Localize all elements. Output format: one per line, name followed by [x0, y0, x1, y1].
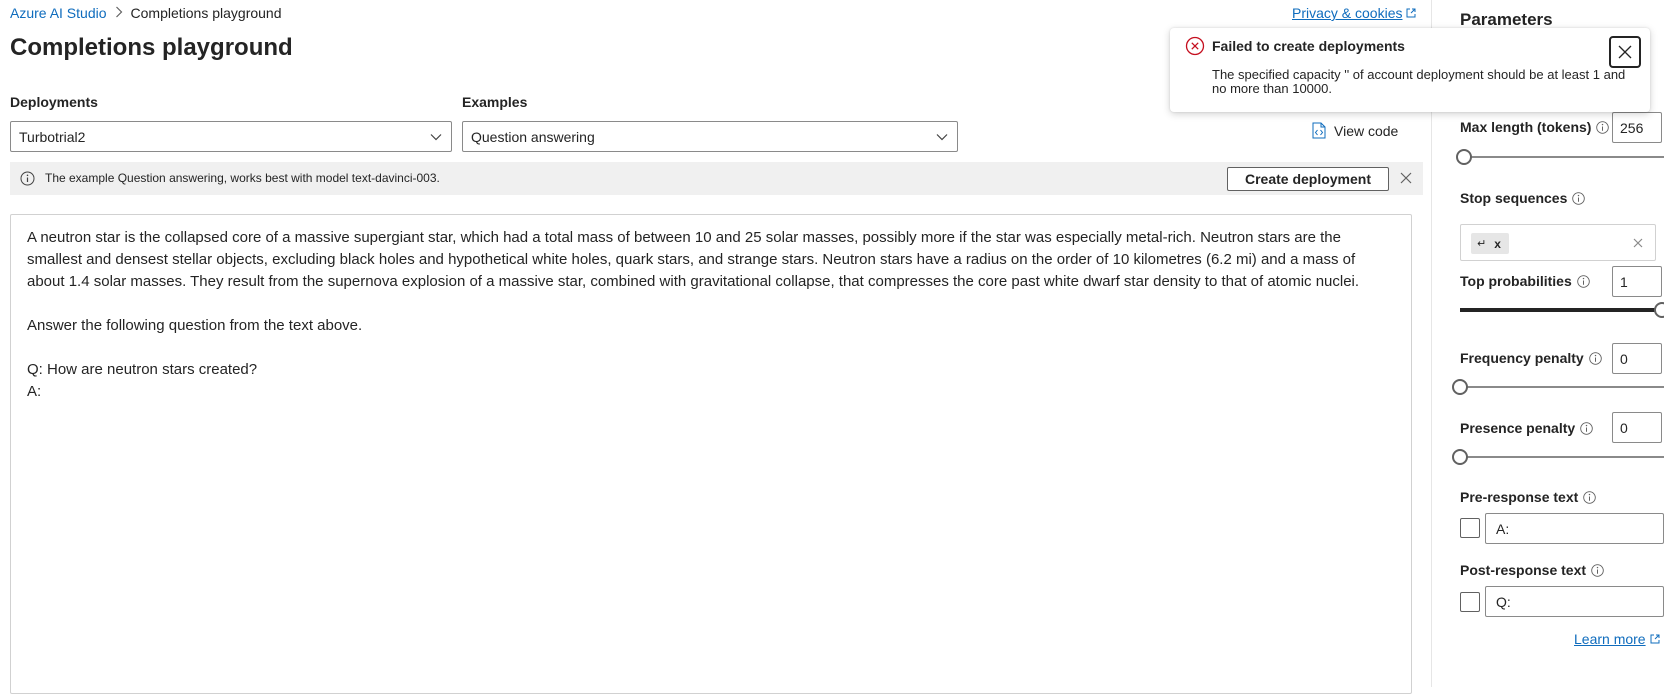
post-response-label: Post-response text	[1460, 562, 1604, 578]
chevron-right-icon	[115, 6, 123, 21]
privacy-link-label: Privacy & cookies	[1292, 5, 1403, 21]
max-length-input[interactable]: 256	[1612, 112, 1662, 143]
stop-sequences-label-text: Stop sequences	[1460, 190, 1568, 206]
stop-sequence-chip-label: ↵	[1477, 238, 1487, 250]
deployments-dropdown[interactable]: Turbotrial2	[10, 121, 452, 152]
top-probabilities-label-text: Top probabilities	[1460, 273, 1572, 289]
breadcrumb-home-link[interactable]: Azure AI Studio	[10, 5, 107, 21]
frequency-penalty-input[interactable]: 0	[1612, 343, 1662, 374]
post-response-input[interactable]: Q:	[1485, 586, 1664, 617]
stop-sequences-input[interactable]: ↵ x	[1460, 224, 1656, 261]
code-file-icon	[1312, 122, 1326, 139]
info-bar-text: The example Question answering, works be…	[45, 171, 440, 185]
slider-thumb[interactable]	[1452, 449, 1468, 465]
prompt-textarea[interactable]: A neutron star is the collapsed core of …	[10, 214, 1412, 694]
top-probabilities-input[interactable]: 1	[1612, 266, 1662, 297]
slider-thumb[interactable]	[1654, 302, 1664, 318]
post-response-label-text: Post-response text	[1460, 562, 1587, 578]
presence-penalty-slider[interactable]	[1452, 449, 1664, 465]
slider-track	[1460, 386, 1664, 388]
slider-track	[1460, 456, 1664, 458]
info-icon	[20, 171, 35, 186]
slider-thumb[interactable]	[1456, 149, 1473, 165]
frequency-penalty-slider[interactable]	[1452, 379, 1664, 395]
close-icon[interactable]	[1398, 170, 1414, 186]
frequency-penalty-label: Frequency penalty	[1460, 350, 1602, 366]
info-icon[interactable]	[1572, 191, 1586, 205]
info-icon[interactable]	[1588, 351, 1602, 365]
info-icon[interactable]	[1580, 421, 1593, 435]
page-title: Completions playground	[10, 34, 293, 61]
max-length-slider[interactable]	[1456, 149, 1664, 165]
slider-fill	[1460, 308, 1664, 312]
external-link-icon	[1650, 634, 1660, 644]
learn-more-link[interactable]: Learn more	[1574, 631, 1660, 647]
presence-penalty-label: Presence penalty	[1460, 420, 1593, 436]
info-icon[interactable]	[1576, 274, 1590, 288]
top-probabilities-slider[interactable]	[1460, 302, 1664, 318]
stop-sequence-chip: ↵ x	[1471, 233, 1509, 254]
chevron-down-icon	[936, 134, 948, 141]
info-icon[interactable]	[1591, 563, 1604, 577]
info-icon[interactable]	[1596, 120, 1610, 134]
error-circle-icon	[1185, 36, 1205, 56]
model-info-bar: The example Question answering, works be…	[10, 162, 1423, 195]
examples-label: Examples	[462, 94, 528, 110]
top-probabilities-label: Top probabilities	[1460, 273, 1590, 289]
toast-message: The specified capacity '' of account dep…	[1212, 67, 1626, 96]
view-code-button[interactable]: View code	[1312, 122, 1398, 139]
chevron-down-icon	[430, 134, 442, 141]
post-response-checkbox[interactable]	[1460, 592, 1480, 612]
max-length-label: Max length (tokens)	[1460, 119, 1610, 135]
examples-selected-value: Question answering	[471, 128, 595, 145]
parameters-title: Parameters	[1460, 10, 1553, 29]
close-icon	[1618, 45, 1632, 59]
breadcrumb-current: Completions playground	[130, 5, 282, 21]
max-length-label-text: Max length (tokens)	[1460, 119, 1592, 135]
clear-icon[interactable]	[1631, 236, 1645, 250]
stop-sequences-label: Stop sequences	[1460, 190, 1586, 206]
create-deployment-button[interactable]: Create deployment	[1227, 167, 1389, 191]
toast-close-button[interactable]	[1609, 36, 1641, 68]
toast-title: Failed to create deployments	[1212, 38, 1405, 54]
error-toast: Failed to create deployments The specifi…	[1170, 28, 1650, 112]
deployments-selected-value: Turbotrial2	[19, 128, 86, 145]
privacy-cookies-link[interactable]: Privacy & cookies	[1292, 5, 1416, 21]
frequency-penalty-label-text: Frequency penalty	[1460, 350, 1584, 366]
external-link-icon	[1406, 8, 1416, 18]
pre-response-label-text: Pre-response text	[1460, 489, 1579, 505]
presence-penalty-label-text: Presence penalty	[1460, 420, 1576, 436]
pre-response-checkbox[interactable]	[1460, 518, 1480, 538]
examples-dropdown[interactable]: Question answering	[462, 121, 958, 152]
info-icon[interactable]	[1583, 490, 1597, 504]
deployments-label: Deployments	[10, 94, 98, 110]
chip-remove-icon[interactable]: x	[1494, 237, 1501, 251]
slider-track	[1460, 156, 1664, 158]
learn-more-label: Learn more	[1574, 631, 1646, 647]
breadcrumb: Azure AI Studio Completions playground	[10, 5, 282, 21]
pre-response-label: Pre-response text	[1460, 489, 1597, 505]
view-code-label: View code	[1334, 122, 1399, 139]
pre-response-input[interactable]: A:	[1485, 513, 1664, 544]
presence-penalty-input[interactable]: 0	[1612, 412, 1662, 443]
slider-thumb[interactable]	[1452, 379, 1468, 395]
